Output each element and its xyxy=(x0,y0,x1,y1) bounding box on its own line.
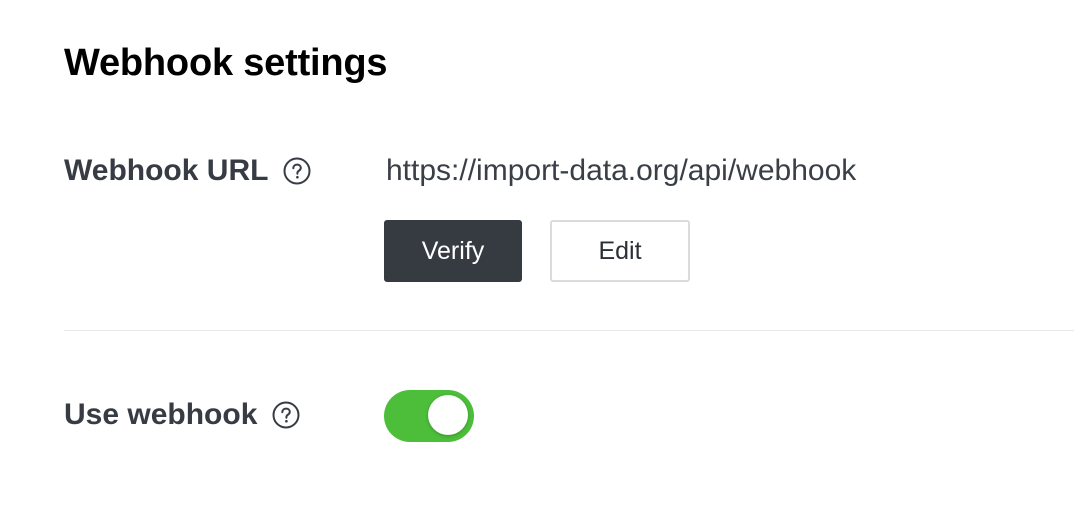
use-webhook-label-group: Use webhook xyxy=(64,400,301,430)
page-title: Webhook settings xyxy=(64,42,388,84)
webhook-url-label: Webhook URL xyxy=(64,154,269,187)
toggle-knob xyxy=(428,395,468,435)
edit-button[interactable]: Edit xyxy=(550,220,690,282)
webhook-url-value: https://import-data.org/api/webhook xyxy=(386,154,857,187)
verify-button[interactable]: Verify xyxy=(384,220,522,282)
question-circle-icon[interactable] xyxy=(282,156,312,186)
use-webhook-label: Use webhook xyxy=(64,398,258,431)
section-divider xyxy=(64,330,1074,331)
question-circle-icon[interactable] xyxy=(271,400,301,430)
webhook-url-label-group: Webhook URL xyxy=(64,156,312,186)
use-webhook-toggle[interactable] xyxy=(384,390,474,442)
